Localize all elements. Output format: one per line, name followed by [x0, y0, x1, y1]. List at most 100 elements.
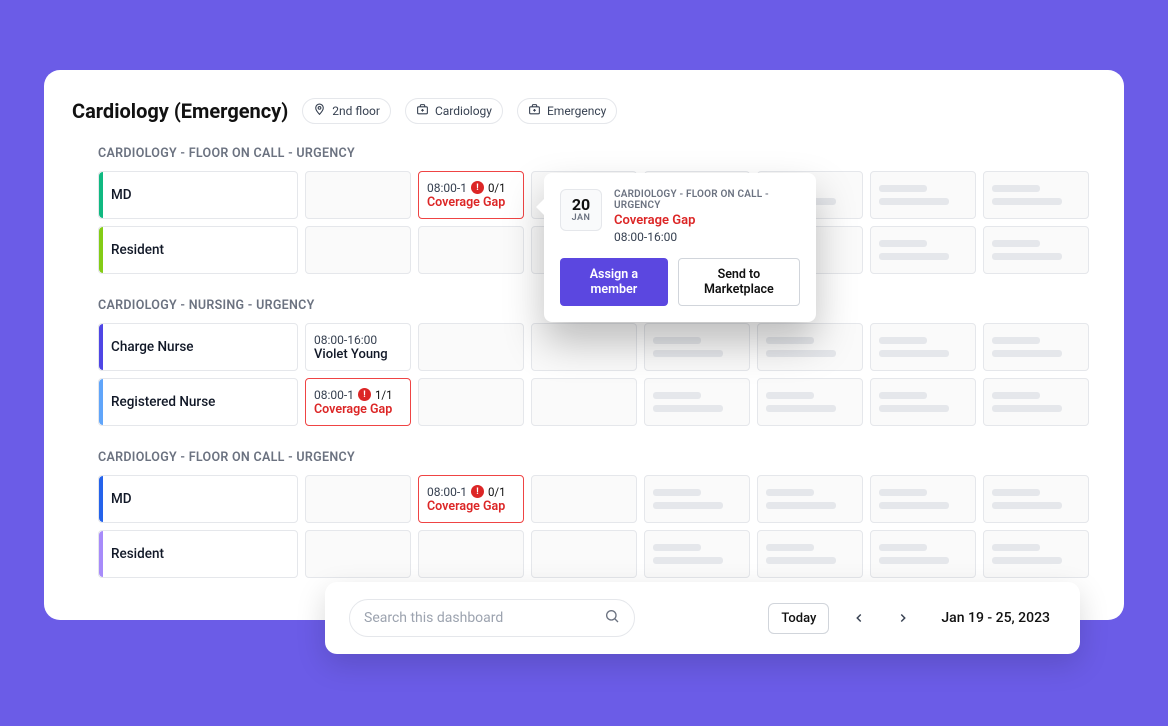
schedule-slot[interactable]: 08:00-1!0/1Coverage Gap — [418, 171, 524, 219]
date-range-label: Jan 19 - 25, 2023 — [941, 610, 1050, 626]
role-accent — [99, 531, 103, 577]
role-cell[interactable]: Resident — [98, 226, 298, 274]
tag-floor[interactable]: 2nd floor — [302, 98, 391, 124]
schedule-slot[interactable] — [418, 226, 524, 274]
placeholder-skeleton — [653, 489, 741, 509]
search-icon — [604, 608, 620, 628]
schedule-row: MD 08:00-1!0/1Coverage Gap — [98, 475, 1096, 523]
role-cell[interactable]: Charge Nurse — [98, 323, 298, 371]
placeholder-skeleton — [766, 489, 854, 509]
role-label: MD — [111, 187, 132, 203]
popover-time: 08:00-16:00 — [614, 230, 800, 244]
schedule-slot[interactable] — [983, 530, 1089, 578]
schedule-row: Resident — [98, 530, 1096, 578]
role-label: Charge Nurse — [111, 339, 194, 355]
role-cell[interactable]: Resident — [98, 530, 298, 578]
tag-type-label: Emergency — [547, 104, 606, 118]
schedule-slot[interactable] — [983, 171, 1089, 219]
popover-gap-label: Coverage Gap — [614, 213, 800, 228]
schedule-slot[interactable] — [305, 475, 411, 523]
schedule-slot[interactable] — [531, 475, 637, 523]
popover-group-label: CARDIOLOGY - FLOOR ON CALL - URGENCY — [614, 189, 800, 211]
schedule-slot[interactable] — [305, 171, 411, 219]
schedule-slot[interactable] — [983, 378, 1089, 426]
tag-department[interactable]: Cardiology — [405, 98, 503, 124]
schedule-slot[interactable]: 08:00-16:00Violet Young — [305, 323, 411, 371]
gap-count: 1/1 — [375, 388, 393, 402]
schedule-slot[interactable] — [644, 378, 750, 426]
group-title: CARDIOLOGY - FLOOR ON CALL - URGENCY — [98, 146, 1096, 161]
schedule-slot[interactable] — [983, 226, 1089, 274]
schedule-slot[interactable] — [757, 378, 863, 426]
schedule-slot[interactable] — [870, 323, 976, 371]
coverage-gap-label: Coverage Gap — [427, 499, 515, 514]
role-label: MD — [111, 491, 132, 507]
assign-member-button[interactable]: Assign a member — [560, 258, 668, 306]
schedule-slot[interactable] — [418, 378, 524, 426]
placeholder-skeleton — [766, 337, 854, 357]
placeholder-skeleton — [992, 489, 1080, 509]
search-input[interactable] — [364, 610, 604, 626]
role-cell[interactable]: MD — [98, 475, 298, 523]
schedule-slot[interactable] — [531, 323, 637, 371]
schedule-slot[interactable] — [305, 530, 411, 578]
placeholder-skeleton — [653, 544, 741, 564]
search-wrap[interactable] — [349, 599, 635, 637]
schedule-slot[interactable]: 08:00-1! 1/1Coverage Gap — [305, 378, 411, 426]
schedule-slot[interactable] — [870, 530, 976, 578]
schedule-slot[interactable] — [983, 475, 1089, 523]
schedule-slot[interactable] — [870, 475, 976, 523]
alert-icon: ! — [358, 388, 371, 401]
schedule-slot[interactable] — [644, 530, 750, 578]
role-label: Registered Nurse — [111, 394, 215, 410]
schedule-slot[interactable] — [644, 475, 750, 523]
schedule-slot[interactable] — [983, 323, 1089, 371]
role-accent — [99, 379, 103, 425]
schedule-slot[interactable] — [531, 530, 637, 578]
gap-count: 0/1 — [488, 485, 506, 499]
placeholder-skeleton — [879, 337, 967, 357]
placeholder-skeleton — [879, 185, 967, 205]
schedule-slot[interactable] — [870, 378, 976, 426]
send-marketplace-button[interactable]: Send to Marketplace — [678, 258, 800, 306]
schedule-slot[interactable] — [757, 475, 863, 523]
date-day: 20 — [572, 197, 590, 213]
slot-time: 08:00-1 — [314, 388, 354, 402]
placeholder-skeleton — [992, 392, 1080, 412]
tag-dept-label: Cardiology — [435, 104, 492, 118]
schedule-slot[interactable] — [531, 378, 637, 426]
coverage-gap-label: Coverage Gap — [314, 402, 402, 417]
date-badge: 20 JAN — [560, 189, 602, 231]
schedule-slot[interactable]: 08:00-1!0/1Coverage Gap — [418, 475, 524, 523]
slot-time: 08:00-1 — [427, 485, 467, 499]
placeholder-skeleton — [992, 337, 1080, 357]
gap-count: 0/1 — [488, 181, 506, 195]
placeholder-skeleton — [992, 185, 1080, 205]
schedule-slot[interactable] — [418, 530, 524, 578]
schedule-slot[interactable] — [870, 171, 976, 219]
placeholder-skeleton — [653, 392, 741, 412]
schedule-slot[interactable] — [757, 323, 863, 371]
role-cell[interactable]: MD — [98, 171, 298, 219]
placeholder-skeleton — [766, 544, 854, 564]
next-week-button[interactable] — [889, 604, 917, 632]
dashboard-card: Cardiology (Emergency) 2nd floor Cardiol… — [44, 70, 1124, 620]
slot-time: 08:00-1 — [427, 181, 467, 195]
placeholder-skeleton — [992, 240, 1080, 260]
role-cell[interactable]: Registered Nurse — [98, 378, 298, 426]
role-accent — [99, 227, 103, 273]
schedule-slot[interactable] — [870, 226, 976, 274]
schedule-group: CARDIOLOGY - FLOOR ON CALL - URGENCYMD08… — [72, 450, 1096, 578]
prev-week-button[interactable] — [845, 604, 873, 632]
page-title: Cardiology (Emergency) — [72, 99, 288, 123]
schedule-slot[interactable] — [757, 530, 863, 578]
slot-assignee: Violet Young — [314, 347, 402, 362]
schedule-slot[interactable] — [644, 323, 750, 371]
schedule-slot[interactable] — [418, 323, 524, 371]
alert-icon: ! — [471, 181, 484, 194]
placeholder-skeleton — [879, 392, 967, 412]
bottom-toolbar: Today Jan 19 - 25, 2023 — [325, 582, 1080, 654]
tag-type[interactable]: Emergency — [517, 98, 617, 124]
schedule-slot[interactable] — [305, 226, 411, 274]
today-button[interactable]: Today — [768, 603, 829, 634]
